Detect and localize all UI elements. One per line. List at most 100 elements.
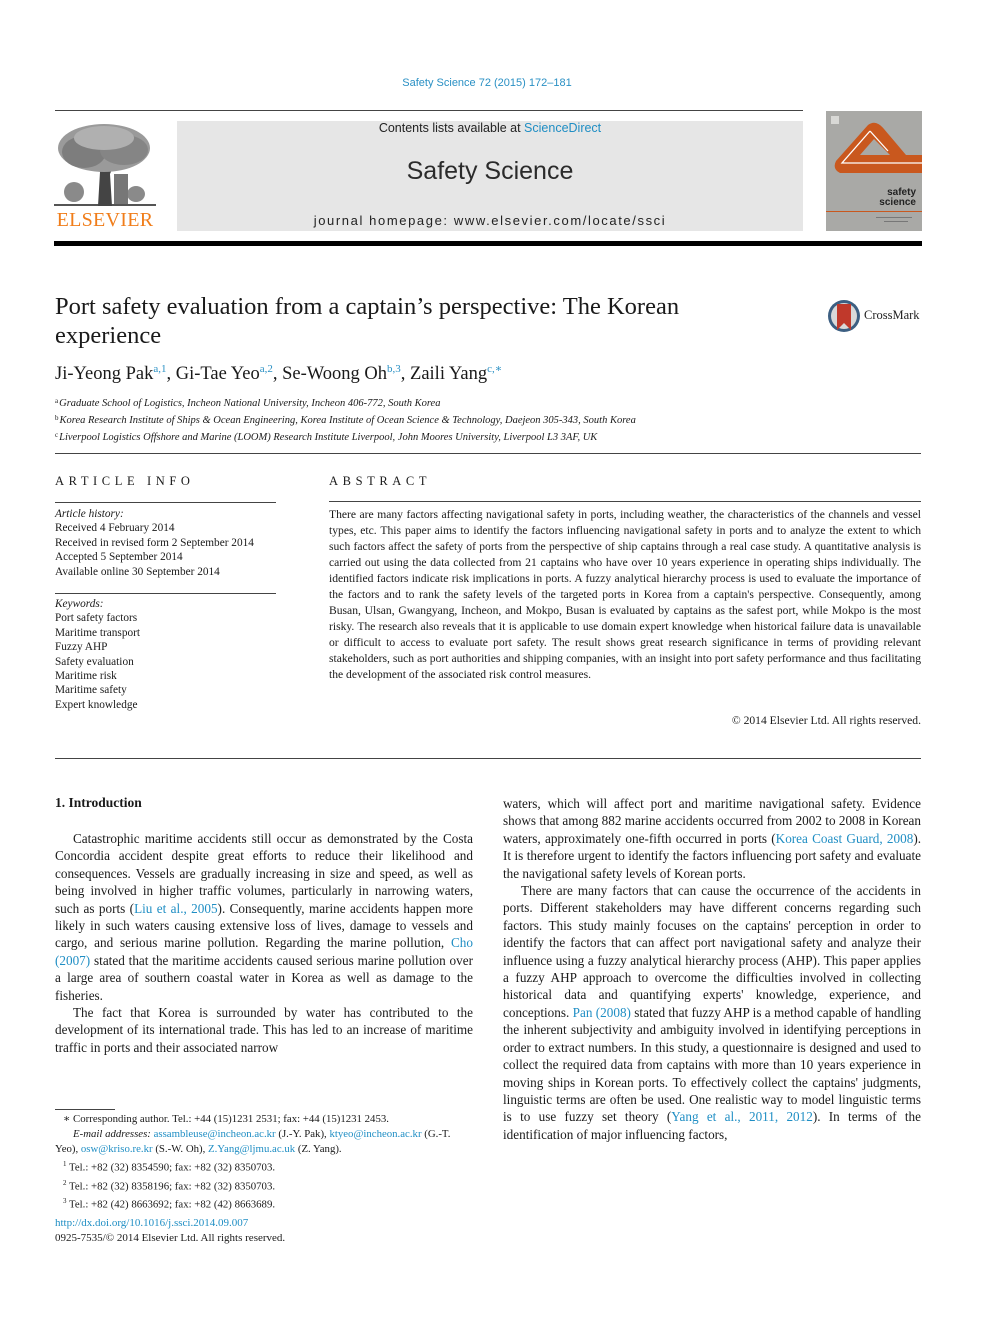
footnote-divider xyxy=(55,1109,115,1110)
citation-link[interactable]: Pan (2008) xyxy=(573,1005,631,1020)
divider xyxy=(55,502,276,503)
author-name: Gi-Tae Yeo xyxy=(175,364,260,384)
footnote-item: 1 Tel.: +82 (32) 8354590; fax: +82 (32) … xyxy=(55,1157,473,1176)
affiliation-item: bKorea Research Institute of Ships & Oce… xyxy=(55,411,636,428)
email-owner: (S.-W. Oh), xyxy=(155,1143,206,1155)
email-owner: (Z. Yang). xyxy=(297,1143,342,1155)
crossmark-button[interactable]: CrossMark xyxy=(826,297,926,335)
history-item: Accepted 5 September 2014 xyxy=(55,551,183,564)
keyword-item: Maritime safety xyxy=(55,684,127,697)
affiliation-mark: a xyxy=(55,397,59,405)
email-owner: (J.-Y. Pak), xyxy=(278,1128,327,1140)
journal-citation-link[interactable]: Safety Science 72 (2015) 172–181 xyxy=(0,77,974,89)
paper-title: Port safety evaluation from a captain’s … xyxy=(55,292,775,350)
footnote-text: Tel.: +82 (42) 8663692; fax: +82 (42) 86… xyxy=(69,1198,276,1211)
email-label: E-mail addresses: xyxy=(73,1128,151,1140)
citation-link[interactable]: Liu et al., 2005 xyxy=(134,901,217,916)
author-name: Zaili Yang xyxy=(410,364,488,384)
paper-title-line-2: experience xyxy=(55,322,162,349)
divider xyxy=(55,453,921,454)
affiliation-mark: c xyxy=(55,431,59,439)
author-list: Ji-Yeong Paka,1, Gi-Tae Yeoa,2, Se-Woong… xyxy=(55,363,503,384)
section-heading: 1. Introduction xyxy=(55,795,142,810)
affiliation-item: aGraduate School of Logistics, Incheon N… xyxy=(55,394,636,411)
author-affiliation-link[interactable]: a,1 xyxy=(153,363,166,375)
author-affiliation-link[interactable]: c,∗ xyxy=(487,363,502,375)
keyword-item: Port safety factors xyxy=(55,612,138,625)
issn-line: 0925-7535/© 2014 Elsevier Ltd. All right… xyxy=(55,1232,286,1244)
divider xyxy=(329,501,921,502)
keywords-label: Keywords: xyxy=(55,598,104,610)
divider xyxy=(55,758,921,759)
affiliations: aGraduate School of Logistics, Incheon N… xyxy=(55,394,636,445)
abstract-text: There are many factors affecting navigat… xyxy=(329,508,921,681)
paragraph: Catastrophic maritime accidents still oc… xyxy=(55,830,473,1004)
journal-cover-image: safety science xyxy=(826,111,922,231)
footnotes: ∗ Corresponding author. Tel.: +44 (15)12… xyxy=(55,1112,473,1213)
keyword-item: Maritime risk xyxy=(55,670,117,683)
article-info-heading: ARTICLE INFO xyxy=(55,474,195,488)
author-name: Se-Woong Oh xyxy=(282,364,388,384)
email-link[interactable]: ktyeo@incheon.ac.kr xyxy=(329,1128,421,1140)
homepage-url-link[interactable]: www.elsevier.com/locate/ssci xyxy=(454,213,666,228)
keywords: Keywords: Port safety factors Maritime t… xyxy=(55,597,140,712)
paragraph: There are many factors that can cause th… xyxy=(503,882,921,1143)
affiliation-item: cLiverpool Logistics Offshore and Marine… xyxy=(55,428,636,445)
homepage-label: journal homepage: xyxy=(313,213,454,228)
footnote-mark: 2 xyxy=(63,1178,67,1187)
footnote-text: Tel.: +82 (32) 8354590; fax: +82 (32) 83… xyxy=(69,1161,276,1174)
journal-masthead: Contents lists available at ScienceDirec… xyxy=(177,121,803,231)
keyword-item: Expert knowledge xyxy=(55,698,138,711)
footnote-mark: 1 xyxy=(63,1160,67,1168)
crossmark-label: CrossMark xyxy=(864,308,920,322)
journal-title: Safety Science xyxy=(406,157,574,185)
footnote-mark: 3 xyxy=(63,1197,67,1206)
history-item: Received 4 February 2014 xyxy=(55,522,175,535)
divider xyxy=(55,110,803,111)
article-history: Article history: Received 4 February 201… xyxy=(55,507,254,579)
cover-title-2: science xyxy=(879,197,916,208)
footnote-text: Tel.: +82 (32) 8358196; fax: +82 (32) 83… xyxy=(69,1180,276,1193)
text-run: stated that fuzzy AHP is a method capabl… xyxy=(503,1004,921,1125)
affiliation-text: Graduate School of Logistics, Incheon Na… xyxy=(59,398,441,409)
citation-link[interactable]: Korea Coast Guard, 2008 xyxy=(776,831,914,846)
author-affiliation-link[interactable]: a,2 xyxy=(260,363,273,375)
email-link[interactable]: Z.Yang@ljmu.ac.uk xyxy=(208,1143,295,1155)
footnote-corresponding: ∗ Corresponding author. Tel.: +44 (15)12… xyxy=(63,1113,389,1125)
footnote-text: Corresponding author. Tel.: +44 (15)1231… xyxy=(73,1113,389,1125)
abstract-heading: ABSTRACT xyxy=(329,474,432,488)
citation-link[interactable]: Yang et al., 2011, 2012 xyxy=(671,1109,813,1124)
text-run: stated that the maritime accidents cause… xyxy=(55,952,473,1003)
keyword-item: Fuzzy AHP xyxy=(55,641,108,654)
author-affiliation-link[interactable]: b,3 xyxy=(387,363,401,375)
affiliation-text: Korea Research Institute of Ships & Ocea… xyxy=(59,415,636,426)
affiliation-mark: b xyxy=(55,414,59,422)
paragraph: waters, which will affect port and marit… xyxy=(503,795,921,882)
footnote-item: 3 Tel.: +82 (42) 8663692; fax: +82 (42) … xyxy=(55,1194,473,1213)
author-name: Ji-Yeong Pak xyxy=(55,364,154,384)
divider xyxy=(55,593,276,594)
email-link[interactable]: osw@kriso.re.kr xyxy=(81,1143,153,1155)
doi-block: http://dx.doi.org/10.1016/j.ssci.2014.09… xyxy=(55,1216,285,1246)
text-run: There are many factors that can cause th… xyxy=(503,883,921,1020)
paragraph: The fact that Korea is surrounded by wat… xyxy=(55,1005,473,1055)
body-column-right: waters, which will affect port and marit… xyxy=(503,795,921,1143)
history-label: Article history: xyxy=(55,508,124,520)
paper-title-line-1: Port safety evaluation from a captain’s … xyxy=(55,293,680,320)
email-link[interactable]: assambleuse@incheon.ac.kr xyxy=(154,1128,276,1140)
abstract-copyright: © 2014 Elsevier Ltd. All rights reserved… xyxy=(731,714,921,727)
footnote-item: 2 Tel.: +82 (32) 8358196; fax: +82 (32) … xyxy=(55,1176,473,1195)
keyword-item: Safety evaluation xyxy=(55,655,134,668)
crossmark-icon xyxy=(828,300,860,332)
doi-link[interactable]: http://dx.doi.org/10.1016/j.ssci.2014.09… xyxy=(55,1217,248,1229)
elsevier-logo-text: ELSEVIER xyxy=(56,209,154,231)
history-item: Received in revised form 2 September 201… xyxy=(55,536,254,549)
body-column-left: Catastrophic maritime accidents still oc… xyxy=(55,830,473,1056)
keyword-item: Maritime transport xyxy=(55,626,141,639)
contents-label: Contents lists available at xyxy=(378,121,525,135)
header-divider xyxy=(54,241,922,246)
sciencedirect-link[interactable]: ScienceDirect xyxy=(524,121,601,135)
affiliation-text: Liverpool Logistics Offshore and Marine … xyxy=(59,432,598,443)
footnote-emails: E-mail addresses: assambleuse@incheon.ac… xyxy=(55,1127,473,1157)
history-item: Available online 30 September 2014 xyxy=(55,565,220,578)
